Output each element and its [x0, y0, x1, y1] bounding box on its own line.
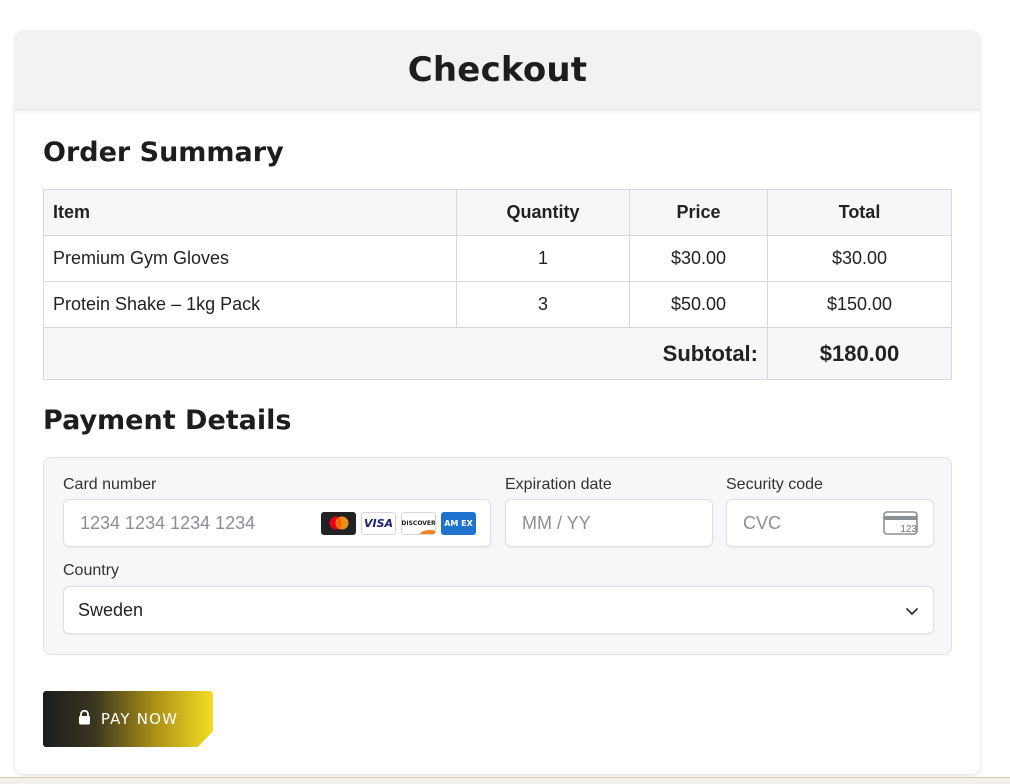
item-total: $150.00 [767, 281, 952, 328]
column-header-quantity: Quantity [456, 189, 630, 236]
expiration-date-label: Expiration date [505, 476, 612, 493]
item-price: $30.00 [629, 235, 768, 282]
subtotal-label: Subtotal: [43, 327, 768, 380]
item-name: Protein Shake – 1kg Pack [43, 281, 457, 328]
page-title: Checkout [407, 50, 588, 90]
item-price: $50.00 [629, 281, 768, 328]
security-code-label: Security code [726, 476, 823, 493]
subtotal-value: $180.00 [767, 327, 952, 380]
table-row: Premium Gym Gloves 1 $30.00 $30.00 [43, 235, 952, 282]
visa-icon: VISA [361, 511, 396, 535]
table-header-row: Item Quantity Price Total [43, 189, 952, 236]
card-number-field[interactable]: VISA DISCOVER AM EX [63, 499, 491, 547]
country-select-value: Sweden [78, 599, 144, 620]
order-summary-title: Order Summary [43, 137, 284, 168]
discover-icon: DISCOVER [401, 511, 436, 535]
item-total: $30.00 [767, 235, 952, 282]
checkout-header: Checkout [15, 31, 980, 110]
mastercard-icon [321, 511, 356, 535]
checkout-card: Checkout Order Summary Item Quantity Pri… [15, 31, 980, 774]
cvc-card-icon: 123 [883, 511, 919, 535]
payment-form: Card number VISA DISCOVER AM EX Expirati… [43, 457, 952, 655]
expiration-date-field[interactable] [505, 499, 713, 547]
pay-now-label: PAY NOW [100, 710, 179, 728]
chevron-down-icon [905, 600, 919, 621]
item-name: Premium Gym Gloves [43, 235, 457, 282]
item-quantity: 3 [456, 281, 630, 328]
expiration-date-input[interactable] [520, 511, 698, 535]
cvc-icon-digits: 123 [900, 524, 917, 535]
column-header-price: Price [629, 189, 768, 236]
country-label: Country [63, 562, 120, 579]
security-code-input[interactable] [741, 511, 883, 535]
card-brand-icons: VISA DISCOVER AM EX [321, 511, 476, 535]
order-table: Item Quantity Price Total Premium Gym Gl… [43, 189, 952, 380]
pay-now-button[interactable]: PAY NOW [43, 691, 213, 747]
item-quantity: 1 [456, 235, 630, 282]
table-row: Protein Shake – 1kg Pack 3 $50.00 $150.0… [43, 281, 952, 328]
lock-icon [78, 709, 91, 729]
payment-details-title: Payment Details [43, 405, 292, 436]
country-select[interactable]: Sweden [63, 586, 934, 634]
card-number-input[interactable] [78, 511, 321, 535]
security-code-field[interactable]: 123 [726, 499, 934, 547]
card-number-label: Card number [63, 476, 157, 493]
subtotal-row: Subtotal: $180.00 [43, 327, 952, 380]
column-header-total: Total [767, 189, 952, 236]
amex-icon: AM EX [441, 511, 476, 535]
column-header-item: Item [43, 189, 457, 236]
